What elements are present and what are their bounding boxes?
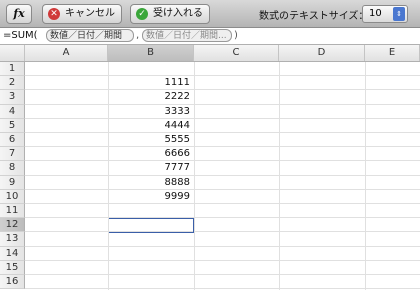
cell-b-value[interactable]: 6666 bbox=[110, 147, 190, 161]
cancel-icon: ✕ bbox=[48, 8, 60, 20]
column-header-a[interactable]: A bbox=[25, 45, 108, 61]
accept-button-label: 受け入れる bbox=[153, 8, 203, 19]
row-header[interactable]: 12 bbox=[0, 218, 25, 233]
row-header[interactable]: 5 bbox=[0, 118, 25, 133]
table-row bbox=[25, 190, 420, 204]
table-row bbox=[25, 218, 420, 233]
font-size-label: 数式のテキストサイズ： bbox=[259, 11, 369, 22]
table-row bbox=[25, 62, 420, 77]
cell-b-value[interactable]: 1111 bbox=[110, 76, 190, 90]
row-header[interactable]: 7 bbox=[0, 147, 25, 162]
formula-suffix: ) bbox=[234, 30, 238, 41]
grid-line bbox=[365, 62, 366, 290]
table-row bbox=[25, 176, 420, 190]
cell-b-value[interactable]: 3333 bbox=[110, 105, 190, 119]
cell-b-value[interactable]: 2222 bbox=[110, 90, 190, 104]
table-row bbox=[25, 76, 420, 91]
cancel-button[interactable]: ✕ キャンセル bbox=[42, 4, 122, 24]
checkmark-icon: ✓ bbox=[136, 8, 148, 20]
cell-b-value[interactable]: 4444 bbox=[110, 119, 190, 133]
table-row bbox=[25, 247, 420, 261]
row-header[interactable]: 6 bbox=[0, 133, 25, 148]
active-cell-b12[interactable] bbox=[108, 218, 194, 234]
row-header[interactable]: 1 bbox=[0, 62, 25, 77]
argument-token-2[interactable]: 数値／日付／期間... bbox=[142, 29, 232, 42]
table-row bbox=[25, 105, 420, 119]
table-row bbox=[25, 204, 420, 219]
column-header-b[interactable]: B bbox=[108, 45, 194, 61]
font-size-select[interactable]: 10 ⇕ bbox=[362, 5, 408, 23]
row-header[interactable]: 3 bbox=[0, 90, 25, 105]
row-header[interactable]: 9 bbox=[0, 175, 25, 190]
column-header-e[interactable]: E bbox=[365, 45, 420, 61]
row-header[interactable]: 10 bbox=[0, 189, 25, 204]
formula-toolbar: fx ✕ キャンセル ✓ 受け入れる 数式のテキストサイズ： 10 ⇕ bbox=[0, 0, 420, 28]
grid-line bbox=[279, 62, 280, 290]
column-header-c[interactable]: C bbox=[194, 45, 279, 61]
table-row bbox=[25, 90, 420, 105]
corner-header[interactable] bbox=[0, 45, 25, 61]
row-header[interactable]: 16 bbox=[0, 275, 25, 290]
table-row bbox=[25, 147, 420, 162]
cancel-button-label: キャンセル bbox=[65, 8, 115, 19]
accept-button[interactable]: ✓ 受け入れる bbox=[130, 4, 210, 24]
table-row bbox=[25, 133, 420, 148]
table-row bbox=[25, 261, 420, 275]
table-row bbox=[25, 275, 420, 290]
formula-separator: , bbox=[136, 30, 140, 41]
table-row bbox=[25, 232, 420, 247]
chevron-updown-icon: ⇕ bbox=[393, 7, 405, 21]
table-row bbox=[25, 119, 420, 133]
font-size-value: 10 bbox=[369, 8, 382, 19]
row-header[interactable]: 11 bbox=[0, 204, 25, 219]
formula-prefix: =SUM( bbox=[3, 30, 38, 41]
column-header-bar: A B C D E bbox=[0, 45, 420, 62]
grid-line bbox=[194, 62, 195, 290]
row-header[interactable]: 14 bbox=[0, 246, 25, 261]
row-header[interactable]: 4 bbox=[0, 104, 25, 119]
cell-b-value[interactable]: 9999 bbox=[110, 190, 190, 204]
argument-token-1[interactable]: 数値／日付／期間 bbox=[46, 29, 134, 42]
cell-b-value[interactable]: 8888 bbox=[110, 176, 190, 190]
cell-b-value[interactable]: 5555 bbox=[110, 133, 190, 147]
row-header[interactable]: 15 bbox=[0, 260, 25, 275]
grid-line bbox=[108, 62, 109, 290]
column-header-d[interactable]: D bbox=[279, 45, 365, 61]
table-row bbox=[25, 161, 420, 176]
function-button[interactable]: fx bbox=[6, 4, 32, 24]
formula-editor[interactable]: =SUM( 数値／日付／期間 , 数値／日付／期間... ) bbox=[0, 28, 420, 45]
row-header[interactable]: 13 bbox=[0, 232, 25, 247]
cell-b-value[interactable]: 7777 bbox=[110, 161, 190, 175]
row-header[interactable]: 2 bbox=[0, 76, 25, 91]
row-header[interactable]: 8 bbox=[0, 161, 25, 176]
